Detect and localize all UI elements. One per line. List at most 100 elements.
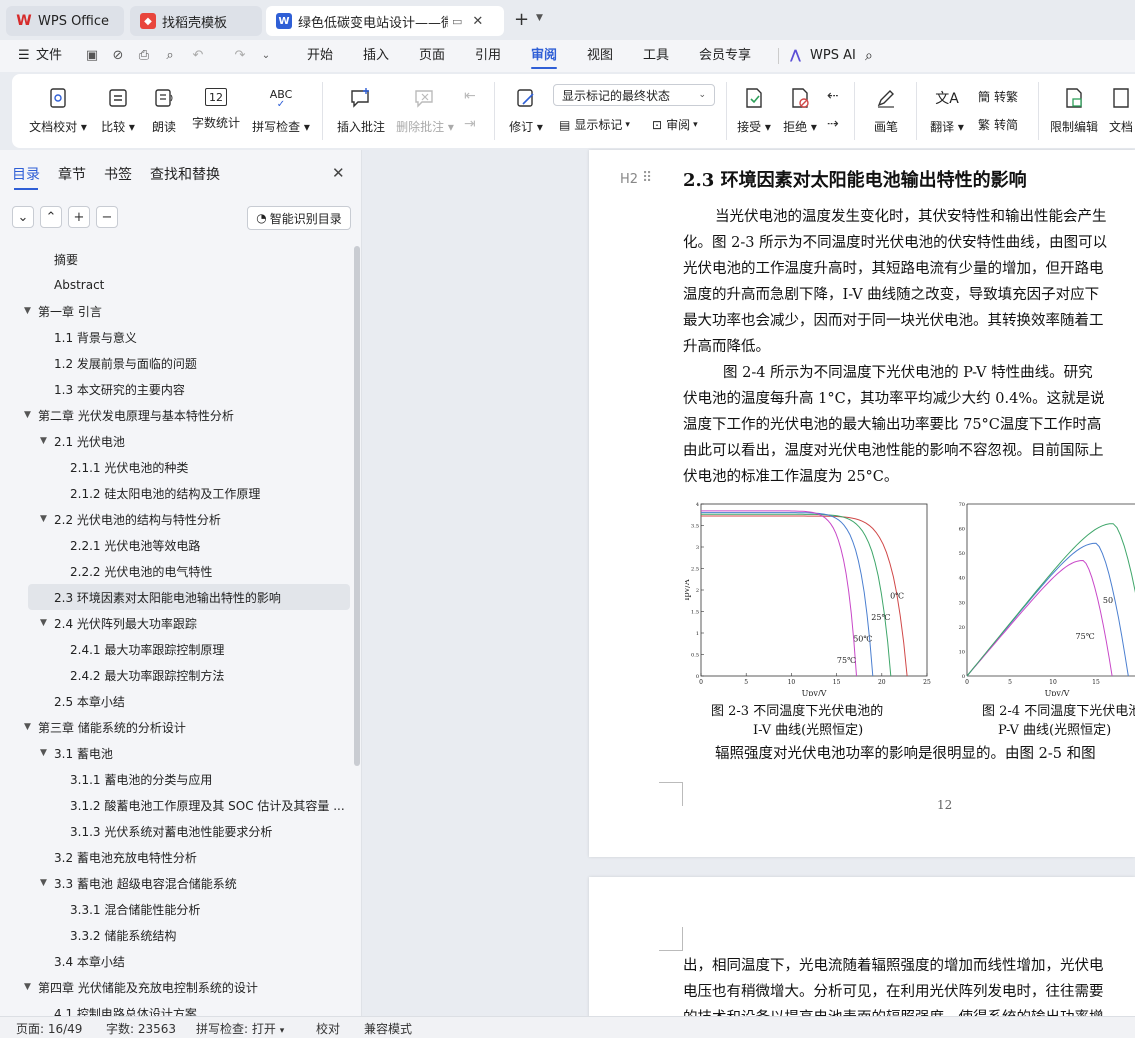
toc-item[interactable]: 3.4 本章小结 [0, 948, 350, 974]
nav-tab-chapters[interactable]: 章节 [58, 164, 86, 184]
more-chevron-icon[interactable]: ⌄ [258, 48, 274, 64]
toc-item[interactable]: 3.2 蓄电池充放电特性分析 [0, 844, 350, 870]
toc-item[interactable]: ▼ 第三章 储能系统的分析设计 [0, 714, 350, 740]
collapse-button[interactable]: ⌄ [12, 206, 34, 228]
toc-item[interactable]: 2.4.1 最大功率跟踪控制原理 [0, 636, 350, 662]
save-icon[interactable]: ▣ [84, 48, 100, 64]
toc-item[interactable]: 2.1.1 光伏电池的种类 [0, 454, 350, 480]
menu-view[interactable]: 视图 [587, 40, 613, 72]
document-page[interactable]: 出，相同温度下，光电流随着辐照强度的增加而线性增加，光伏电 电压也有稍微增大。分… [589, 877, 1135, 1027]
spell-check-button[interactable]: ABC ✓ 拼写检查 ▾ [250, 74, 312, 148]
nav-tab-bookmarks[interactable]: 书签 [104, 164, 132, 184]
nav-tab-find-replace[interactable]: 查找和替换 [150, 164, 220, 184]
smart-toc-button[interactable]: ◔ 智能识别目录 [247, 206, 351, 230]
compare-button[interactable]: 比较 ▾ [96, 74, 140, 148]
menu-page[interactable]: 页面 [419, 40, 445, 72]
prev-comment-icon[interactable]: ⇤ [464, 88, 476, 104]
menu-member[interactable]: 会员专享 [699, 40, 751, 72]
toc-item[interactable]: 摘要 [0, 246, 350, 272]
toc-item[interactable]: 2.2.1 光伏电池等效电路 [0, 532, 350, 558]
to-traditional-button[interactable]: 簡转繁 [978, 88, 1018, 105]
tab-wps-office[interactable]: W WPS Office [6, 6, 124, 36]
toc-item[interactable]: ▼ 2.4 光伏阵列最大功率跟踪 [0, 610, 350, 636]
screen-icon[interactable]: ▭ [452, 15, 462, 28]
expand-arrow-icon[interactable]: ▼ [40, 618, 47, 628]
redo-icon[interactable]: ↷ [232, 48, 248, 64]
toc-item[interactable]: 3.3.2 储能系统结构 [0, 922, 350, 948]
expand-arrow-icon[interactable]: ▼ [40, 514, 47, 524]
to-simplified-button[interactable]: 繁转简 [978, 116, 1018, 133]
link-icon[interactable]: ⊘ [110, 48, 126, 64]
page-indicator[interactable]: 页面: 16/49 [16, 1020, 82, 1037]
expand-button[interactable]: ⌃ [40, 206, 62, 228]
undo-icon[interactable]: ↶ [190, 48, 206, 64]
toc-item[interactable]: ▼ 3.1 蓄电池 [0, 740, 350, 766]
show-markup-button[interactable]: ▤ 显示标记 ▾ [559, 116, 630, 133]
print-preview-icon[interactable]: ⌕ [162, 48, 178, 64]
toc-item[interactable]: ▼ 第四章 光伏储能及充放电控制系统的设计 [0, 974, 350, 1000]
toc-item[interactable]: 2.5 本章小结 [0, 688, 350, 714]
expand-arrow-icon[interactable]: ▼ [24, 722, 31, 732]
toc-item[interactable]: 3.3.1 混合储能性能分析 [0, 896, 350, 922]
menu-insert[interactable]: 插入 [363, 40, 389, 72]
next-change-icon[interactable]: ⇢ [827, 116, 839, 132]
menu-review[interactable]: 审阅 [531, 40, 558, 72]
restrict-edit-button[interactable]: 限制编辑 [1046, 74, 1102, 148]
accept-button[interactable]: 接受 ▾ [734, 74, 774, 148]
toc-item[interactable]: ▼ 第二章 光伏发电原理与基本特性分析 [0, 402, 350, 428]
spell-check-indicator[interactable]: 拼写检查: 打开 ▾ [196, 1020, 284, 1037]
hamburger-icon[interactable]: ☰ [18, 40, 30, 72]
toc-item[interactable]: ▼ 第一章 引言 [0, 298, 350, 324]
track-changes-button[interactable]: 修订 ▾ [504, 74, 548, 148]
search-icon[interactable]: ⌕ [865, 40, 873, 72]
expand-arrow-icon[interactable]: ▼ [40, 748, 47, 758]
proofread-indicator[interactable]: 校对 [316, 1020, 340, 1037]
toc-item[interactable]: ▼ 2.2 光伏电池的结构与特性分析 [0, 506, 350, 532]
close-pane-icon[interactable]: ✕ [332, 164, 345, 182]
toc-item[interactable]: 1.3 本文研究的主要内容 [0, 376, 350, 402]
close-tab-icon[interactable]: ✕ [472, 14, 483, 29]
toc-item[interactable]: ▼ 2.1 光伏电池 [0, 428, 350, 454]
menu-references[interactable]: 引用 [475, 40, 501, 72]
read-aloud-button[interactable]: 朗读 [146, 74, 182, 148]
drag-handle-icon[interactable]: ⠿ [642, 170, 652, 186]
menu-tools[interactable]: 工具 [643, 40, 669, 72]
toc-scrollbar[interactable] [354, 246, 360, 766]
toc-item[interactable]: 4.1 控制电路总体设计方案 [0, 1000, 350, 1017]
toc-item[interactable]: 2.2.2 光伏电池的电气特性 [0, 558, 350, 584]
toc-item[interactable]: 3.1.2 酸蓄电池工作原理及其 SOC 估计及其容量 ... [0, 792, 350, 818]
expand-arrow-icon[interactable]: ▼ [40, 436, 47, 446]
toc-item[interactable]: 2.3 环境因素对太阳能电池输出特性的影响 [28, 584, 350, 610]
prev-change-icon[interactable]: ⇠ [827, 88, 839, 104]
add-heading-button[interactable]: + [68, 206, 90, 228]
toc-item[interactable]: 2.1.2 硅太阳电池的结构及工作原理 [0, 480, 350, 506]
reject-button[interactable]: 拒绝 ▾ [780, 74, 820, 148]
expand-arrow-icon[interactable]: ▼ [24, 306, 31, 316]
doc-rights-button[interactable]: 文档 [1106, 74, 1135, 148]
toc-item[interactable]: Abstract [0, 272, 350, 298]
insert-comment-button[interactable]: 插入批注 [334, 74, 388, 148]
toc-item[interactable]: 3.1.1 蓄电池的分类与应用 [0, 766, 350, 792]
review-pane-button[interactable]: ⊡ 审阅 ▾ [652, 116, 698, 133]
toc-item[interactable]: 2.4.2 最大功率跟踪控制方法 [0, 662, 350, 688]
word-count-indicator[interactable]: 字数: 23563 [106, 1020, 176, 1037]
menu-start[interactable]: 开始 [307, 40, 333, 72]
menu-file[interactable]: 文件 [36, 40, 62, 72]
expand-arrow-icon[interactable]: ▼ [24, 982, 31, 992]
document-page[interactable]: H2 ⠿ 2.3 环境因素对太阳能电池输出特性的影响 当光伏电池的温度发生变化时… [589, 150, 1135, 857]
word-count-button[interactable]: 12 字数统计 [188, 74, 244, 148]
toc-item[interactable]: 3.1.3 光伏系统对蓄电池性能要求分析 [0, 818, 350, 844]
menu-wps-ai[interactable]: WPS AI [810, 40, 856, 72]
nav-tab-toc[interactable]: 目录 [12, 164, 40, 190]
doc-proofread-button[interactable]: 文档校对 ▾ [26, 74, 90, 148]
next-comment-icon[interactable]: ⇥ [464, 116, 476, 132]
markup-state-dropdown[interactable]: 显示标记的最终状态 ⌄ [553, 84, 715, 106]
tab-docer-templates[interactable]: ◆ 找稻壳模板 [130, 6, 262, 36]
toc-item[interactable]: 1.2 发展前景与面临的问题 [0, 350, 350, 376]
remove-heading-button[interactable]: − [96, 206, 118, 228]
toc-item[interactable]: 1.1 背景与意义 [0, 324, 350, 350]
toc-item[interactable]: ▼ 3.3 蓄电池 超级电容混合储能系统 [0, 870, 350, 896]
expand-arrow-icon[interactable]: ▼ [24, 410, 31, 420]
translate-button[interactable]: 文A 翻译 ▾ [924, 74, 970, 148]
print-icon[interactable]: ⎙ [136, 48, 152, 64]
